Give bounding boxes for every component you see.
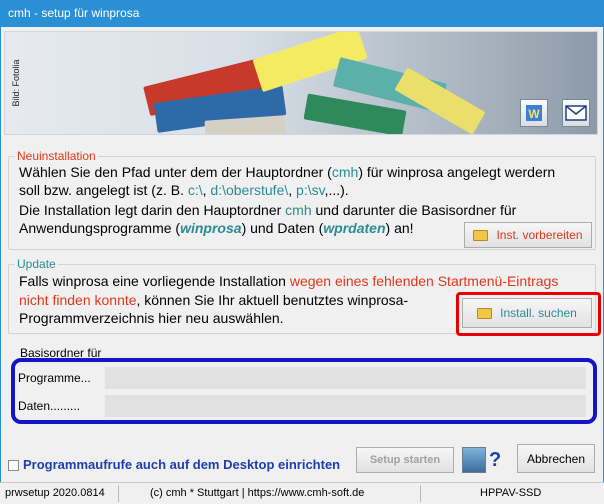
wprdaten-term: wprdaten xyxy=(323,220,386,236)
new-install-line-3: Die Installation legt darin den Hauptord… xyxy=(19,202,516,220)
window-titlebar[interactable]: cmh - setup für winprosa xyxy=(0,0,604,27)
text: und darunter die Basisordner für xyxy=(315,202,517,218)
program-path-field[interactable] xyxy=(105,367,586,389)
new-install-line-2: soll bzw. angelegt ist (z. B. c:\, d:\ob… xyxy=(19,182,349,200)
new-install-title: Neuinstallation xyxy=(15,149,98,163)
warning-text: nicht finden konnte xyxy=(19,292,137,308)
photo-credit: Bild: Fotolia xyxy=(11,59,21,107)
path-example: d:\oberstufe\ xyxy=(210,182,289,198)
data-path-field[interactable] xyxy=(105,395,586,417)
update-line-2: nicht finden konnte, können Sie Ihr aktu… xyxy=(19,292,408,310)
setup-start-button[interactable]: Setup starten xyxy=(356,447,454,473)
cmh-help-icon[interactable] xyxy=(462,447,486,473)
header-banner: Bild: Fotolia xyxy=(4,31,598,135)
warning-text: wegen eines fehlenden Startmenü-Eintrags xyxy=(289,273,559,289)
text: ) für winprosa angelegt werdern xyxy=(358,164,556,180)
text: , xyxy=(288,182,293,198)
word-icon[interactable]: W xyxy=(520,99,548,127)
text: Wählen Sie den Pfad unter dem der Haupto… xyxy=(19,164,332,180)
search-install-label: Install. suchen xyxy=(500,306,577,320)
text: Programmverzeichnis hier neu auswählen. xyxy=(19,310,284,326)
winprosa-term: winprosa xyxy=(180,220,242,236)
prepare-install-button[interactable]: Inst. vorbereiten xyxy=(464,222,592,248)
update-line-3: Programmverzeichnis hier neu auswählen. xyxy=(19,310,284,328)
cancel-label: Abbrechen xyxy=(526,451,586,466)
prepare-install-label: Inst. vorbereiten xyxy=(496,228,583,242)
program-row: Programme... xyxy=(18,367,586,389)
window-title: cmh - setup für winprosa xyxy=(8,6,140,20)
folder-icon xyxy=(477,307,493,319)
folder-icon xyxy=(473,229,489,241)
text: soll bzw. angelegt ist (z. B. xyxy=(19,182,184,198)
text: ,...). xyxy=(324,182,349,198)
status-copyright: (c) cmh * Stuttgart | https://www.cmh-so… xyxy=(150,487,365,499)
cmh-term: cmh xyxy=(331,164,359,180)
status-separator xyxy=(118,485,119,502)
path-example: c:\ xyxy=(187,182,203,198)
cmh-term: cmh xyxy=(285,202,312,218)
text: Die Installation legt darin den Hauptord… xyxy=(19,202,282,218)
text: ) an! xyxy=(385,220,414,236)
status-bar: prwsetup 2020.0814 (c) cmh * Stuttgart |… xyxy=(0,482,604,504)
mail-icon[interactable] xyxy=(562,99,590,127)
mail-envelope-icon xyxy=(565,105,587,121)
new-install-line-4: Anwendungsprogramme (winprosa) und Daten… xyxy=(19,220,414,238)
data-row: Daten......... xyxy=(18,395,586,417)
text: Anwendungsprogramme ( xyxy=(19,220,181,236)
status-version: prwsetup 2020.0814 xyxy=(5,487,105,499)
text: , können Sie Ihr aktuell benutztes winpr… xyxy=(136,292,409,308)
program-label: Programme... xyxy=(18,371,91,385)
update-line-1: Falls winprosa eine vorliegende Installa… xyxy=(19,273,558,291)
data-label: Daten......... xyxy=(18,399,81,413)
status-separator xyxy=(420,485,421,502)
text: ) und Daten ( xyxy=(241,220,324,236)
path-example: p:\sv xyxy=(296,182,325,198)
setup-start-label: Setup starten xyxy=(369,454,441,466)
svg-text:W: W xyxy=(528,107,540,121)
update-title: Update xyxy=(15,257,58,271)
text: , xyxy=(202,182,207,198)
help-mark[interactable]: ? xyxy=(489,449,501,472)
cancel-button[interactable]: Abbrechen xyxy=(517,444,595,473)
status-machine: HPPAV-SSD xyxy=(480,487,542,499)
search-install-button[interactable]: Install. suchen xyxy=(462,298,592,328)
text: Falls winprosa eine vorliegende Installa… xyxy=(19,273,286,289)
new-install-line-1: Wählen Sie den Pfad unter dem der Haupto… xyxy=(19,164,555,182)
desktop-checkbox[interactable] xyxy=(8,460,19,471)
desktop-checkbox-label[interactable]: Programmaufrufe auch auf dem Desktop ein… xyxy=(23,457,340,472)
word-document-icon: W xyxy=(526,105,542,121)
